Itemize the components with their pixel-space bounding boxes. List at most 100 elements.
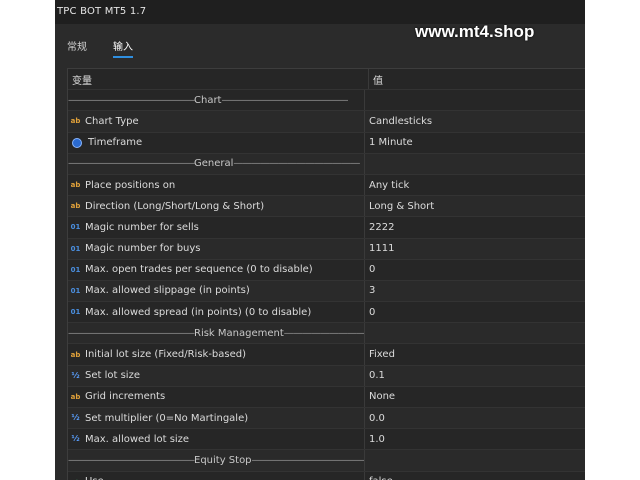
section-separator[interactable]: —————————————— General —————————————— (68, 153, 585, 175)
expert-properties-dialog: TPC BOT MT5 1.7 常规 输入 变量 值 —————————————… (55, 0, 585, 480)
section-label: Risk Management (194, 327, 284, 339)
double-param-icon: ½ (71, 370, 80, 380)
param-value-cell[interactable]: 0 (365, 264, 585, 275)
string-param-icon: ab (70, 181, 81, 190)
param-row[interactable]: ab Initial lot size (Fixed/Risk-based) Fix… (68, 344, 585, 366)
param-name-cell: Timeframe (68, 132, 365, 153)
separator-line: —————————————— (233, 158, 360, 170)
param-label: Max. allowed spread (in points) (0 to di… (85, 306, 312, 318)
separator-line: —————————————— (283, 327, 365, 339)
param-label: Initial lot size (Fixed/Risk-based) (85, 349, 247, 361)
param-name-cell: 01 Magic number for sells (68, 217, 365, 238)
double-param-icon: ½ (71, 413, 80, 423)
param-name-cell: ab Grid increments (68, 386, 365, 407)
string-param-icon: ab (70, 202, 81, 211)
string-param-icon: ab (70, 117, 81, 126)
param-value-cell[interactable]: false (365, 476, 585, 480)
param-value-cell[interactable]: Fixed (365, 349, 585, 360)
param-label: Max. open trades per sequence (0 to disa… (85, 264, 313, 276)
param-name-cell: ab Initial lot size (Fixed/Risk-based) (68, 344, 365, 365)
param-label: Magic number for buys (85, 243, 201, 255)
tab-inputs[interactable]: 输入 (113, 38, 133, 58)
param-value-cell[interactable]: 1 Minute (365, 137, 585, 148)
param-label: Grid increments (85, 391, 166, 403)
tab-common[interactable]: 常规 (67, 38, 87, 53)
param-label: Set lot size (85, 370, 140, 382)
window-title: TPC BOT MT5 1.7 (55, 0, 585, 24)
param-row[interactable]: ab Place positions on Any tick (68, 174, 585, 197)
separator-cell: —————————————— General —————————————— (68, 153, 365, 174)
section-label: Equity Stop (194, 454, 252, 466)
param-label: Direction (Long/Short/Long & Short) (85, 200, 265, 212)
param-label: Use (85, 476, 104, 480)
watermark-text: www.mt4.shop (415, 22, 535, 41)
separator-line: —————————————— (251, 454, 365, 466)
param-name-cell: ab Direction (Long/Short/Long & Short) (68, 196, 365, 217)
separator-cell: —————————————— Risk Management —————————… (68, 323, 365, 344)
param-name-cell: 01 Max. open trades per sequence (0 to di… (68, 259, 365, 280)
param-name-cell: ✓ Use (68, 471, 365, 480)
param-label: Set multiplier (0=No Martingale) (85, 412, 249, 424)
param-label: Timeframe (88, 137, 143, 149)
param-name-cell: ½ Set multiplier (0=No Martingale) (68, 408, 365, 429)
param-value-cell[interactable]: 0 (365, 307, 585, 318)
timeframe-icon (72, 137, 82, 148)
param-row[interactable]: ab Grid increments None (68, 386, 585, 408)
param-value-cell[interactable]: 1.0 (365, 434, 585, 445)
section-separator[interactable]: —————————————— Risk Management —————————… (68, 323, 585, 345)
separator-cell: —————————————— Chart —————————————— (68, 90, 365, 111)
param-row[interactable]: ab Chart Type Candlesticks (68, 111, 585, 133)
param-row[interactable]: 01 Max. allowed spread (in points) (0 to … (68, 302, 585, 324)
param-label: Chart Type (85, 115, 139, 127)
param-value-cell[interactable]: 0.0 (365, 413, 585, 424)
double-param-icon: ½ (71, 434, 80, 444)
param-row[interactable]: Timeframe 1 Minute (68, 132, 585, 154)
param-value-cell[interactable]: None (365, 391, 585, 402)
integer-param-icon: 01 (70, 286, 81, 295)
param-name-cell: ab Chart Type (68, 111, 365, 132)
section-label: Chart (194, 94, 222, 106)
separator-cell: —————————————— Equity Stop —————————————… (68, 450, 365, 471)
string-param-icon: ab (70, 392, 81, 401)
param-value-cell[interactable]: 1111 (365, 243, 585, 254)
separator-line: —————————————— (68, 454, 195, 466)
integer-param-icon: 01 (70, 265, 81, 274)
separator-line: —————————————— (68, 94, 195, 106)
param-row[interactable]: 01 Max. allowed slippage (in points) 3 (68, 280, 585, 303)
param-row[interactable]: ½ Max. allowed lot size 1.0 (68, 429, 585, 451)
section-separator[interactable]: —————————————— Chart —————————————— (68, 90, 585, 112)
param-label: Max. allowed slippage (in points) (85, 285, 250, 297)
param-row[interactable]: ½ Set multiplier (0=No Martingale) 0.0 (68, 408, 585, 430)
param-row[interactable]: ab Direction (Long/Short/Long & Short) Lon… (68, 196, 585, 218)
param-name-cell: ½ Max. allowed lot size (68, 429, 365, 450)
param-row[interactable]: 01 Magic number for sells 2222 (68, 217, 585, 239)
param-value-cell[interactable]: 2222 (365, 222, 585, 233)
param-value-cell[interactable]: Candlesticks (365, 116, 585, 127)
integer-param-icon: 01 (70, 244, 81, 253)
column-header-value[interactable]: 值 (369, 72, 585, 87)
param-row[interactable]: ✓ Use false (68, 471, 585, 480)
bool-param-icon: ✓ (70, 477, 81, 480)
param-value-cell[interactable]: 0.1 (365, 370, 585, 381)
param-row[interactable]: 01 Magic number for buys 1111 (68, 238, 585, 260)
separator-line: —————————————— (221, 94, 348, 106)
section-separator[interactable]: —————————————— Equity Stop —————————————… (68, 450, 585, 472)
param-value-cell[interactable]: Long & Short (365, 201, 585, 212)
param-value-cell[interactable]: 3 (365, 285, 585, 296)
param-name-cell: 01 Max. allowed slippage (in points) (68, 280, 365, 302)
inputs-table: 变量 值 —————————————— Chart ——————————————… (67, 68, 585, 480)
column-header-variable[interactable]: 变量 (68, 69, 369, 90)
param-name-cell: 01 Magic number for buys (68, 238, 365, 259)
integer-param-icon: 01 (70, 308, 81, 317)
param-value-cell[interactable]: Any tick (365, 180, 585, 191)
table-header: 变量 值 (68, 69, 585, 91)
integer-param-icon: 01 (70, 223, 81, 232)
param-label: Magic number for sells (85, 221, 199, 233)
param-name-cell: 01 Max. allowed spread (in points) (0 to … (68, 302, 365, 323)
param-label: Place positions on (85, 179, 176, 191)
param-name-cell: ab Place positions on (68, 174, 365, 196)
param-row[interactable]: ½ Set lot size 0.1 (68, 365, 585, 387)
separator-line: —————————————— (68, 158, 195, 170)
param-row[interactable]: 01 Max. open trades per sequence (0 to di… (68, 259, 585, 281)
separator-line: —————————————— (68, 327, 195, 339)
